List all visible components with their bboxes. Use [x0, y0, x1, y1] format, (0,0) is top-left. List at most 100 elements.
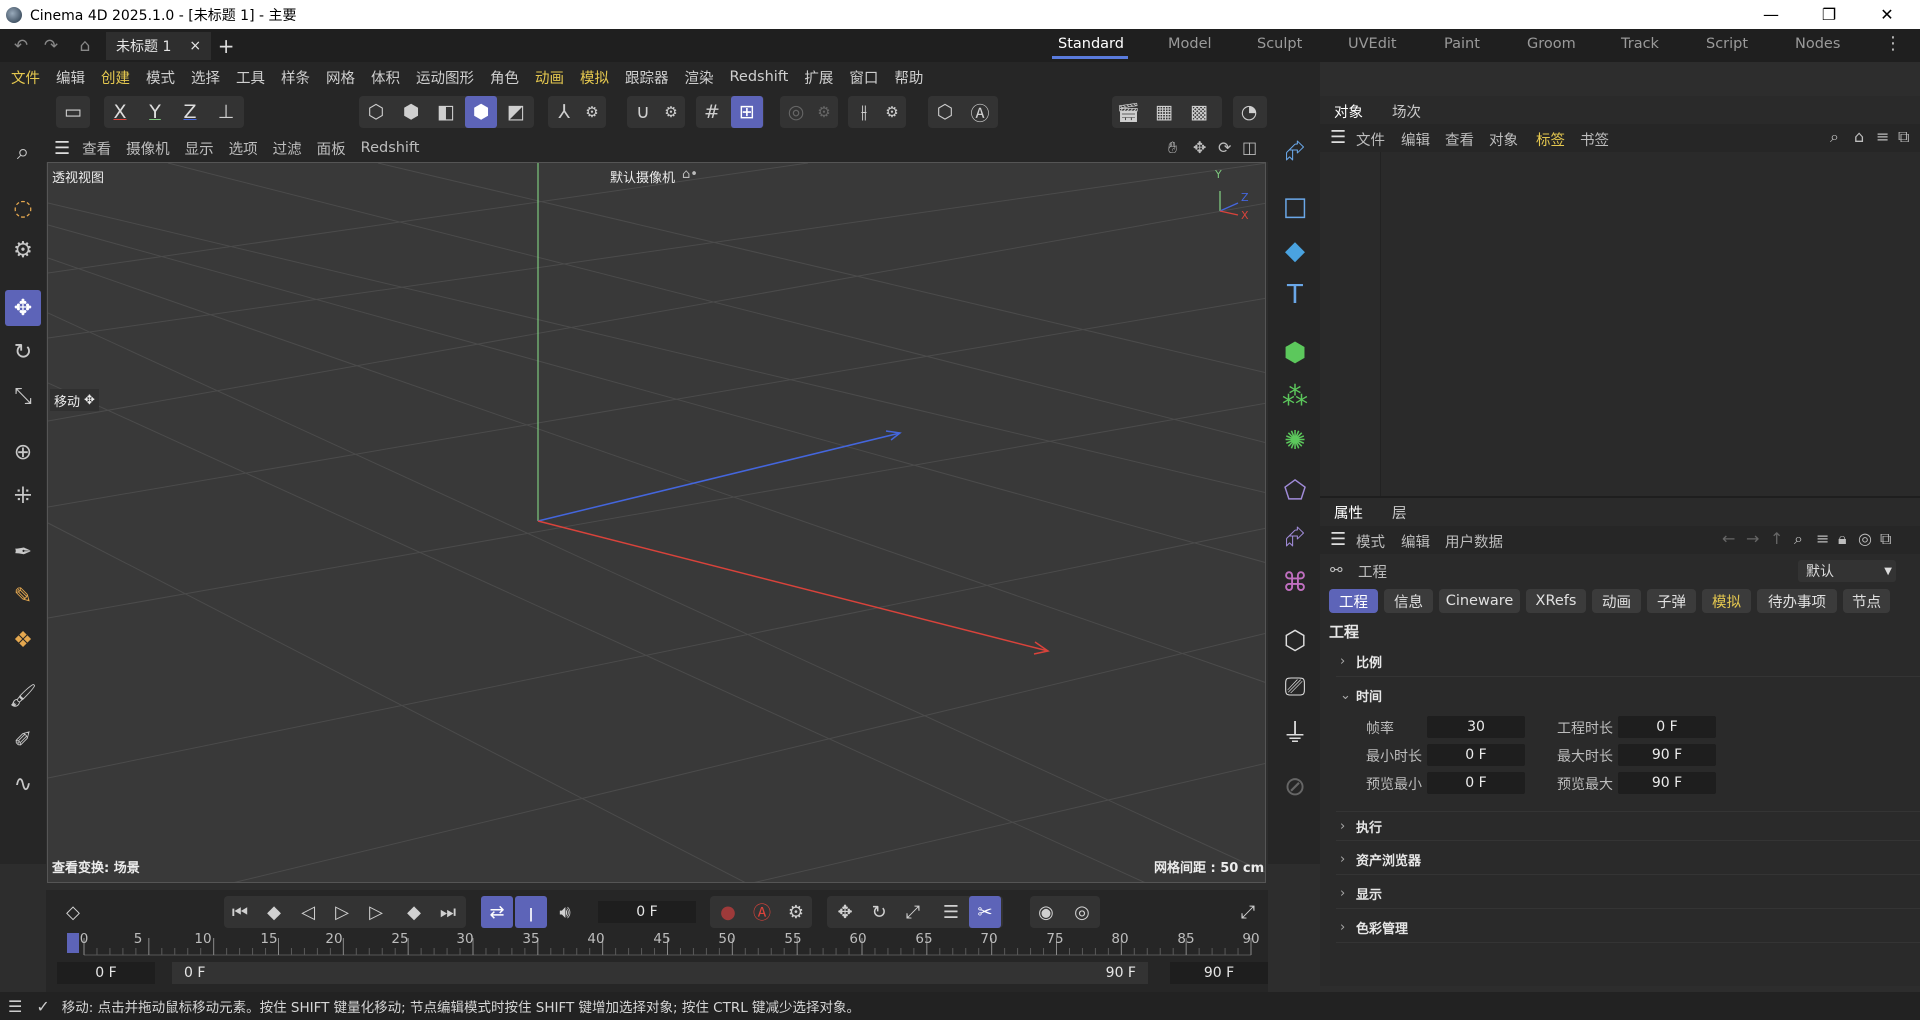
viewport-solo-icon[interactable]: ⬡	[929, 96, 961, 128]
workplane-icon[interactable]: ⊞	[731, 96, 763, 128]
layout-tab-sculpt[interactable]: Sculpt	[1257, 36, 1302, 52]
min-length-field[interactable]: 0 F	[1427, 744, 1525, 766]
menu-mograph[interactable]: 运动图形	[416, 67, 474, 88]
close-button[interactable]: ✕	[1858, 0, 1916, 29]
menu-mode[interactable]: 模式	[146, 67, 175, 88]
layout-tab-track[interactable]: Track	[1621, 36, 1659, 52]
lock-icon[interactable]: 🔒︎	[1838, 529, 1847, 549]
object-home-icon[interactable]: ⌂	[1854, 127, 1864, 146]
range-slider[interactable]: 0 F 90 F	[172, 962, 1148, 984]
menu-edit[interactable]: 编辑	[56, 67, 85, 88]
close-tab-icon[interactable]: ×	[189, 38, 201, 54]
home-icon[interactable]: ⌂	[70, 31, 100, 61]
pan-view-icon[interactable]: ✋︎	[1168, 138, 1177, 158]
smooth-brush-icon[interactable]: ∿	[5, 766, 41, 802]
model-mode-icon[interactable]: ⬡	[360, 96, 392, 128]
spline-points-icon[interactable]: ❖	[5, 622, 41, 658]
viewport-menu-filter[interactable]: 过滤	[273, 138, 302, 159]
attr-new-window-icon[interactable]: ⧉	[1880, 529, 1891, 549]
current-frame-field[interactable]: 0 F	[598, 901, 696, 923]
move-tool-icon[interactable]: ✥	[5, 290, 41, 326]
menu-mesh[interactable]: 网格	[326, 67, 355, 88]
attr-menu-edit[interactable]: 编辑	[1401, 531, 1430, 552]
object-filter-icon[interactable]: ≡	[1876, 127, 1889, 146]
chip-cineware[interactable]: Cineware	[1439, 589, 1520, 613]
undo-icon[interactable]: ↶	[6, 31, 36, 61]
tab-takes[interactable]: 场次	[1392, 101, 1421, 122]
menu-character[interactable]: 角色	[490, 67, 519, 88]
object-menu-tags[interactable]: 标签	[1536, 129, 1565, 150]
section-time[interactable]: ⌄ 时间	[1336, 680, 1920, 710]
rotate-tool-icon[interactable]: ↻	[5, 334, 41, 370]
up-icon[interactable]: ↑	[1770, 529, 1783, 548]
menu-simulate[interactable]: 模拟	[580, 67, 609, 88]
layout-tab-script[interactable]: Script	[1706, 36, 1748, 52]
chip-nodes[interactable]: 节点	[1843, 589, 1890, 613]
preview-max-field[interactable]: 90 F	[1618, 772, 1716, 794]
move-settings-icon[interactable]: ⚙	[5, 232, 41, 268]
playhead[interactable]	[67, 933, 79, 953]
snap-settings-icon[interactable]: ⚙	[655, 96, 687, 128]
pen-tool-icon[interactable]: ✒	[5, 534, 41, 570]
section-color-management[interactable]: › 色彩管理	[1336, 913, 1920, 943]
render-view-icon[interactable]: 🎬︎	[1112, 96, 1144, 128]
object-new-window-icon[interactable]: ⧉	[1898, 127, 1909, 147]
grid-snap-icon[interactable]: #	[696, 96, 728, 128]
tab-layers[interactable]: 层	[1392, 502, 1407, 523]
scale-tool-icon[interactable]: ⤡	[5, 378, 41, 414]
camera-icon[interactable]: ⌂•	[682, 167, 698, 182]
polygons-mode-icon[interactable]: ⬢	[465, 96, 497, 128]
chip-project[interactable]: 工程	[1329, 589, 1378, 613]
viewport-menu-panel[interactable]: 面板	[317, 138, 346, 159]
menu-animate[interactable]: 动画	[535, 67, 564, 88]
coordinate-manager-icon[interactable]: ⮳	[1276, 132, 1314, 170]
auto-lock-icon[interactable]: Ⓐ	[964, 96, 996, 128]
transform-tool-icon[interactable]: ⊕	[5, 434, 41, 470]
search-icon[interactable]: ⌕	[5, 134, 41, 170]
layout-tab-groom[interactable]: Groom	[1527, 36, 1576, 52]
target-icon[interactable]: ◎	[1858, 529, 1872, 548]
floor-icon[interactable]: ⏚	[1276, 712, 1314, 750]
redshift-render-icon[interactable]: ◔	[1233, 96, 1265, 128]
field-icon[interactable]: ⌘	[1276, 564, 1314, 602]
status-menu-icon[interactable]: ☰	[8, 997, 22, 1016]
object-menu-edit[interactable]: 编辑	[1401, 129, 1430, 150]
attr-search-icon[interactable]: ⌕	[1794, 529, 1803, 549]
menu-volume[interactable]: 体积	[371, 67, 400, 88]
attr-hamburger-icon[interactable]: ☰	[1330, 529, 1346, 550]
menu-select[interactable]: 选择	[191, 67, 220, 88]
bend-icon[interactable]: ⮳	[1276, 518, 1314, 556]
deformer-icon[interactable]: ⬠	[1276, 472, 1314, 510]
maximize-view-icon[interactable]: ◫	[1242, 138, 1257, 157]
subdivision-surface-icon[interactable]: ⬢	[1276, 334, 1314, 372]
object-menu-view[interactable]: 查看	[1445, 129, 1474, 150]
attr-filter-icon[interactable]: ≡	[1816, 529, 1829, 548]
viewport-menu-view[interactable]: 查看	[82, 138, 111, 159]
soft-selection-settings-icon[interactable]: ⚙	[808, 96, 840, 128]
minimize-button[interactable]: —	[1742, 0, 1800, 29]
object-menu-bookmarks[interactable]: 书签	[1580, 129, 1609, 150]
symmetry-settings-icon[interactable]: ⚙	[876, 96, 908, 128]
menu-help[interactable]: 帮助	[894, 67, 923, 88]
menu-create[interactable]: 创建	[101, 67, 130, 88]
start-frame-field[interactable]: 0 F	[57, 962, 155, 984]
attr-menu-mode[interactable]: 模式	[1356, 531, 1385, 552]
coordinate-system-icon[interactable]: ⊥	[210, 96, 242, 128]
object-menu-objects[interactable]: 对象	[1489, 129, 1518, 150]
redo-icon[interactable]: ↷	[36, 31, 66, 61]
points-mode-icon[interactable]: ◧	[430, 96, 462, 128]
mesh-mode-icon[interactable]: ⬢	[395, 96, 427, 128]
menu-redshift[interactable]: Redshift	[730, 69, 789, 85]
spline-pen-icon[interactable]: ✎	[5, 578, 41, 614]
orbit-view-icon[interactable]: ⟳	[1218, 138, 1231, 157]
chip-todo[interactable]: 待办事项	[1757, 589, 1837, 613]
render-settings-icon[interactable]: ▩	[1183, 96, 1215, 128]
layout-tab-paint[interactable]: Paint	[1444, 36, 1480, 52]
axis-z-lock-button[interactable]: Z	[174, 96, 206, 128]
layout-tab-standard[interactable]: Standard	[1058, 36, 1124, 52]
layout-tab-uvedit[interactable]: UVEdit	[1348, 36, 1397, 52]
fps-field[interactable]: 30	[1427, 716, 1525, 738]
menu-render[interactable]: 渲染	[685, 67, 714, 88]
viewport-menu-options[interactable]: 选项	[229, 138, 258, 159]
chip-info[interactable]: 信息	[1384, 589, 1433, 613]
